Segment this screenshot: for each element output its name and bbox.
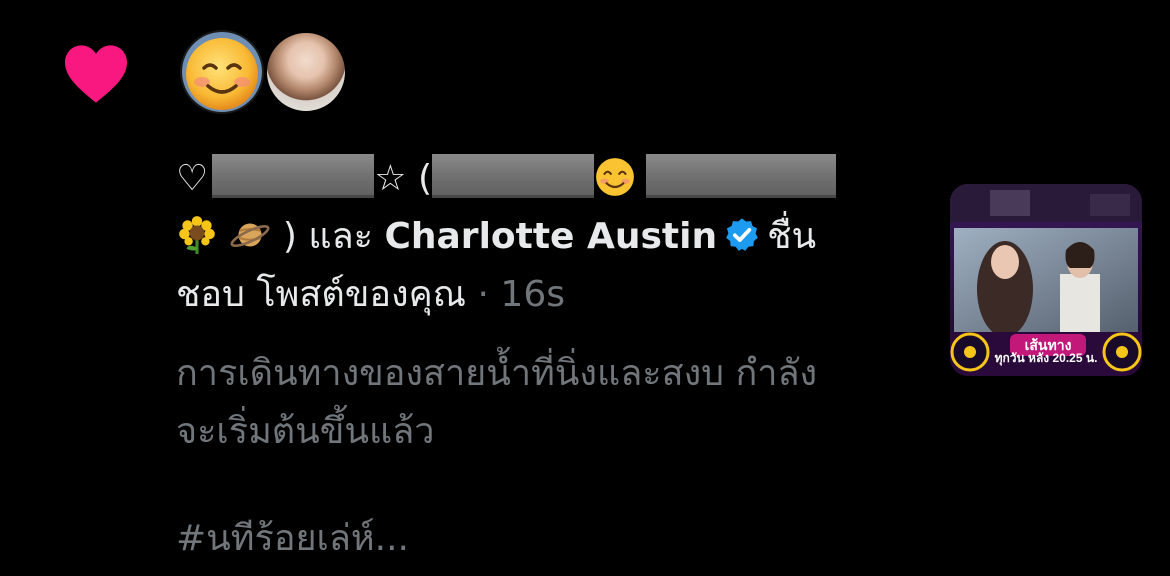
verified-badge-icon	[726, 218, 758, 251]
separator-dot: ·	[477, 274, 489, 315]
conjunction: และ	[308, 216, 374, 257]
post-line: จะเริ่มต้นขึ้นแล้ว	[176, 411, 435, 452]
liker-name[interactable]: Charlotte Austin	[384, 216, 717, 257]
post-line: การเดินทางของสายน้ำที่นิ่งและสงบ กำลัง	[176, 353, 818, 394]
profile-photo-avatar[interactable]	[264, 30, 348, 114]
redacted-name	[646, 154, 837, 198]
timestamp: 16s	[500, 274, 565, 315]
post-preview-text[interactable]: การเดินทางของสายน้ำที่นิ่งและสงบ กำลัง จ…	[176, 345, 896, 461]
smiling-face-emoji-avatar[interactable]	[180, 30, 264, 114]
post-hashtag[interactable]: #นทีร้อยเล่ห์...	[176, 510, 409, 568]
ringed-planet-icon	[230, 223, 270, 248]
liker-avatars[interactable]	[180, 30, 360, 116]
post-media-thumbnail[interactable]: เส้นทาง ทุกวัน หลัง 20.25 น.	[950, 184, 1142, 376]
heart-icon	[65, 45, 127, 103]
smiling-face-icon	[182, 32, 262, 112]
thumbnail-caption: ทุกวัน หลัง 20.25 น.	[994, 351, 1098, 365]
sunflower-icon	[179, 216, 215, 254]
notification-text: ♡ ☆ ( ) และ Charlotte Austin ชื่น ชอบ โพสต…	[176, 150, 896, 324]
action-text: ชื่น	[767, 216, 817, 257]
smiling-face-icon	[596, 158, 634, 196]
action-text: ชอบ โพสต์ของคุณ	[176, 274, 467, 315]
redacted-name	[432, 154, 595, 198]
close-paren: )	[282, 216, 297, 257]
redacted-name	[212, 154, 375, 198]
star-symbol: ☆	[374, 158, 407, 199]
open-paren: (	[418, 158, 433, 199]
heart-symbol: ♡	[176, 158, 209, 199]
